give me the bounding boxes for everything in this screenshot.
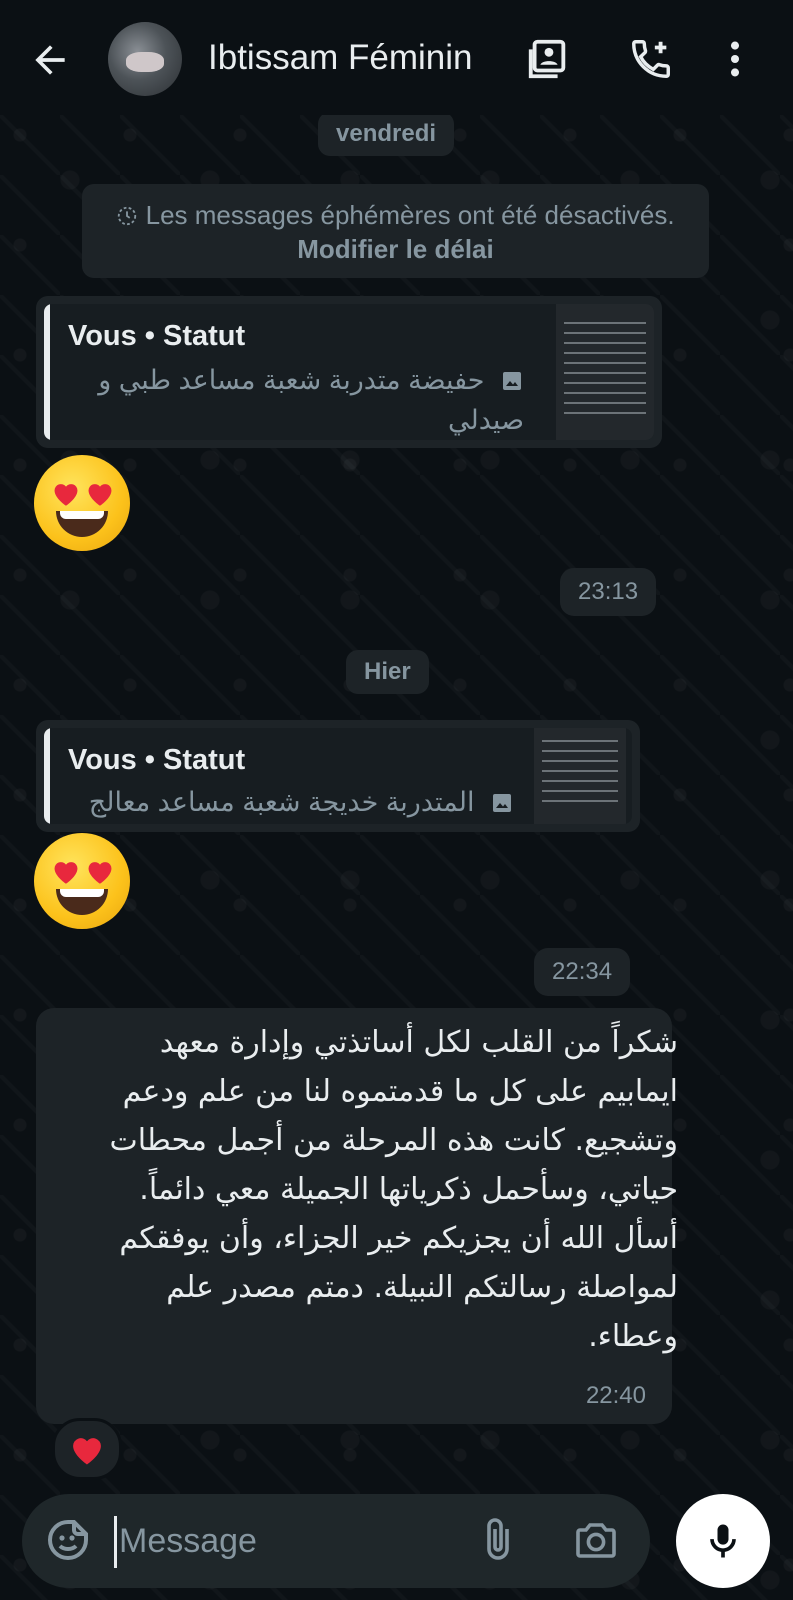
mic-icon [710, 1524, 736, 1558]
chat-header: Ibtissam Féminin [0, 0, 793, 115]
voice-message-button[interactable] [676, 1494, 770, 1588]
add-call-icon[interactable] [628, 36, 674, 82]
timestamp: 22:34 [534, 948, 631, 996]
system-message-text: Les messages éphémères ont été désactivé… [145, 200, 675, 230]
status-reply-bubble[interactable]: Vous • Statut حفيضة متدربة شعبة مساعد طب… [36, 296, 662, 448]
heart-eyes-emoji[interactable] [34, 455, 130, 551]
timestamp: 23:13 [560, 568, 657, 616]
image-icon [484, 365, 524, 395]
quote-title: Vous • Statut [68, 744, 246, 776]
status-thumbnail [556, 304, 654, 440]
quote-text: حفيضة متدربة شعبة مساعد طبي و صيدلي [98, 365, 524, 435]
status-reply-bubble[interactable]: Vous • Statut المتدربة خديجة شعبة مساعد … [36, 720, 640, 832]
incoming-message[interactable]: شكراً من القلب لكل أساتذتي وإدارة معهد ا… [36, 1008, 678, 1424]
quote-text: المتدربة خديجة شعبة مساعد معالج [54, 782, 514, 822]
more-vertical-icon[interactable] [712, 36, 758, 82]
image-icon [474, 787, 514, 817]
date-separator: vendredi [318, 112, 455, 156]
message-text: شكراً من القلب لكل أساتذتي وإدارة معهد ا… [109, 1025, 678, 1354]
system-message: Les messages éphémères ont été désactivé… [82, 184, 709, 278]
status-quote[interactable]: Vous • Statut حفيضة متدربة شعبة مساعد طب… [44, 304, 654, 440]
contact-card-icon[interactable] [525, 36, 571, 82]
red-heart-icon [73, 1438, 101, 1465]
status-thumbnail [534, 728, 626, 824]
camera-icon[interactable] [572, 1516, 620, 1564]
date-separator: Hier [346, 650, 429, 694]
quote-title: Vous • Statut [68, 320, 246, 352]
message-timestamp: 22:40 [585, 1382, 646, 1409]
quote-bar [44, 304, 50, 440]
back-arrow-icon[interactable] [28, 38, 72, 82]
message-composer [22, 1494, 650, 1588]
contact-name[interactable]: Ibtissam Féminin [208, 38, 473, 78]
avatar[interactable] [108, 22, 182, 96]
sticker-icon[interactable] [44, 1516, 92, 1564]
message-input[interactable] [117, 1508, 501, 1574]
modify-timer-link[interactable]: Modifier le délai [297, 234, 494, 264]
timer-icon [116, 200, 145, 230]
attach-icon[interactable] [474, 1516, 522, 1564]
reaction-badge[interactable] [52, 1418, 122, 1480]
quote-bar [44, 728, 50, 824]
heart-eyes-emoji[interactable] [34, 833, 130, 929]
status-quote[interactable]: Vous • Statut المتدربة خديجة شعبة مساعد … [44, 728, 632, 824]
